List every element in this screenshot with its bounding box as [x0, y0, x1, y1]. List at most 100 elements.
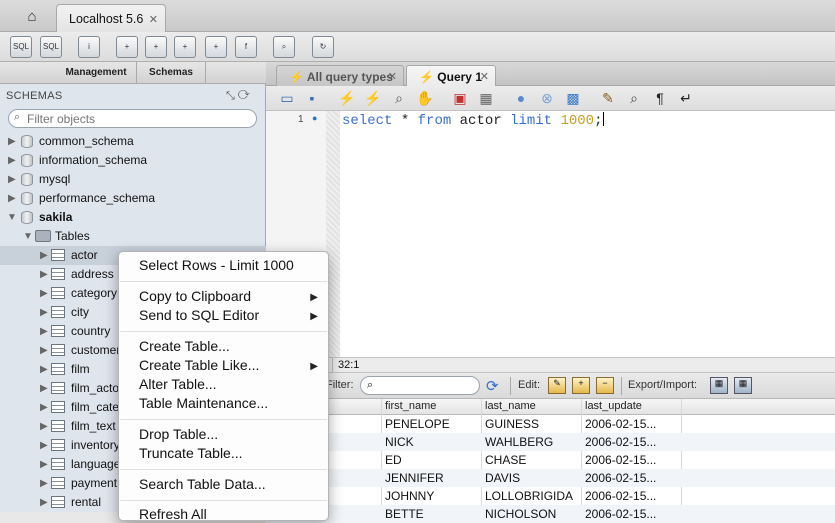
- wrap-lines-icon[interactable]: ↵: [677, 89, 695, 107]
- delete-row-icon[interactable]: −: [596, 377, 614, 394]
- create-procedure-icon[interactable]: +: [205, 36, 227, 58]
- server-status-icon[interactable]: i: [78, 36, 100, 58]
- cell-last-name[interactable]: WAHLBERG: [485, 433, 553, 451]
- expand-icon[interactable]: ▶: [40, 303, 48, 322]
- table-row[interactable]: JENNIFER DAVIS 2006-02-15...: [266, 469, 835, 487]
- search-data-icon[interactable]: ⌕: [273, 36, 295, 58]
- find-icon[interactable]: ⌕: [625, 89, 643, 107]
- schema-row-information-schema[interactable]: ▶ information_schema: [0, 151, 266, 170]
- cell-last-update[interactable]: 2006-02-15...: [585, 433, 656, 451]
- expand-icon[interactable]: ▶: [40, 322, 48, 341]
- cell-first-name[interactable]: NICK: [385, 433, 414, 451]
- insert-row-icon[interactable]: +: [572, 377, 590, 394]
- toggle-results-icon[interactable]: ▣: [451, 89, 469, 107]
- column-header-last-name[interactable]: last_name: [485, 400, 536, 412]
- menu-item-drop-table[interactable]: Drop Table...: [139, 426, 218, 442]
- menu-item-truncate-table[interactable]: Truncate Table...: [139, 445, 243, 461]
- menu-item-refresh-all[interactable]: Refresh All: [139, 506, 207, 522]
- table-row[interactable]: NICK WAHLBERG 2006-02-15...: [266, 433, 835, 451]
- commit-icon[interactable]: ●: [512, 89, 530, 107]
- expand-icon[interactable]: ▶: [40, 265, 48, 284]
- collapse-icon[interactable]: ⤡: [226, 90, 235, 102]
- schema-row-performance-schema[interactable]: ▶ performance_schema: [0, 189, 266, 208]
- execute-current-icon[interactable]: ⚡: [364, 89, 382, 107]
- expand-icon[interactable]: ▶: [40, 474, 48, 493]
- open-sql-script-icon[interactable]: SQL: [40, 36, 62, 58]
- sql-editor[interactable]: select * from actor limit 1000;: [340, 111, 835, 357]
- menu-item-select-rows[interactable]: Select Rows - Limit 1000: [139, 257, 294, 273]
- menu-item-alter-table[interactable]: Alter Table...: [139, 376, 217, 392]
- menu-item-table-maintenance[interactable]: Table Maintenance...: [139, 395, 268, 411]
- grid-icon[interactable]: ▦: [477, 89, 495, 107]
- cell-last-update[interactable]: 2006-02-15...: [585, 415, 656, 433]
- expand-icon[interactable]: ▶: [40, 493, 48, 512]
- refresh-icon[interactable]: ⟳: [238, 90, 250, 102]
- tab-management[interactable]: Management: [60, 62, 132, 84]
- expand-icon[interactable]: ▶: [8, 132, 16, 151]
- table-row[interactable]: JOHNNY LOLLOBRIGIDA 2006-02-15...: [266, 487, 835, 505]
- table-row[interactable]: PENELOPE GUINESS 2006-02-15...: [266, 415, 835, 433]
- expand-icon[interactable]: ▶: [40, 417, 48, 436]
- column-header-last-update[interactable]: last_update: [585, 400, 642, 412]
- expand-icon[interactable]: ▶: [8, 170, 16, 189]
- expand-icon[interactable]: ▶: [40, 379, 48, 398]
- cell-last-name[interactable]: CHASE: [485, 451, 526, 469]
- collapse-arrow-icon[interactable]: ▼: [23, 227, 33, 246]
- execute-icon[interactable]: ⚡: [338, 89, 356, 107]
- stop-icon[interactable]: ✋: [416, 89, 434, 107]
- menu-item-search-table-data[interactable]: Search Table Data...: [139, 476, 266, 492]
- cell-last-name[interactable]: GUINESS: [485, 415, 539, 433]
- beautify-icon[interactable]: ✎: [599, 89, 617, 107]
- tab-query-1[interactable]: ⚡ Query 1 ✕: [406, 65, 496, 86]
- table-row[interactable]: ED CHASE 2006-02-15...: [266, 451, 835, 469]
- expand-icon[interactable]: ▶: [8, 189, 16, 208]
- cell-last-name[interactable]: LOLLOBRIGIDA: [485, 487, 573, 505]
- save-icon[interactable]: ▪: [303, 89, 321, 107]
- expand-icon[interactable]: ▶: [40, 341, 48, 360]
- schema-row-sakila[interactable]: ▼ sakila: [0, 208, 266, 227]
- collapse-arrow-icon[interactable]: ▼: [7, 208, 17, 227]
- expand-icon[interactable]: ▶: [40, 246, 48, 265]
- close-tab-icon[interactable]: ✕: [480, 70, 489, 83]
- expand-icon[interactable]: ▶: [40, 284, 48, 303]
- refresh-icon[interactable]: ⟳: [486, 377, 499, 395]
- new-sql-tab-icon[interactable]: SQL: [10, 36, 32, 58]
- close-tab-icon[interactable]: ✕: [149, 13, 158, 26]
- open-file-icon[interactable]: ▭: [278, 89, 296, 107]
- expand-icon[interactable]: ▶: [40, 455, 48, 474]
- connection-tab[interactable]: Localhost 5.6 ✕: [56, 4, 166, 32]
- menu-item-create-table[interactable]: Create Table...: [139, 338, 230, 354]
- close-tab-icon[interactable]: ✕: [388, 70, 397, 83]
- schema-row-common-schema[interactable]: ▶ common_schema: [0, 132, 266, 151]
- explain-icon[interactable]: ⌕: [390, 89, 408, 107]
- expand-icon[interactable]: ▶: [40, 398, 48, 417]
- reconnect-icon[interactable]: ↻: [312, 36, 334, 58]
- import-icon[interactable]: ▦: [734, 377, 752, 394]
- home-icon[interactable]: ⌂: [14, 8, 50, 28]
- expand-icon[interactable]: ▶: [40, 360, 48, 379]
- cell-first-name[interactable]: JOHNNY: [385, 487, 434, 505]
- tab-all-query-types[interactable]: ⚡ All query types ✕: [276, 65, 404, 86]
- cell-last-name[interactable]: DAVIS: [485, 469, 520, 487]
- create-table-icon[interactable]: +: [145, 36, 167, 58]
- menu-item-send-to-sql-editor[interactable]: Send to SQL Editor: [139, 307, 259, 323]
- filter-objects-input[interactable]: [27, 111, 247, 126]
- rollback-icon[interactable]: ⊗: [538, 89, 556, 107]
- column-header-first-name[interactable]: first_name: [385, 400, 436, 412]
- schema-row-mysql[interactable]: ▶ mysql: [0, 170, 266, 189]
- cell-last-update[interactable]: 2006-02-15...: [585, 505, 656, 523]
- table-row[interactable]: BETTE NICHOLSON 2006-02-15...: [266, 505, 835, 523]
- cell-last-name[interactable]: NICHOLSON: [485, 505, 556, 523]
- export-icon[interactable]: ▦: [710, 377, 728, 394]
- invisible-chars-icon[interactable]: ¶: [651, 89, 669, 107]
- expand-icon[interactable]: ▶: [40, 436, 48, 455]
- edit-row-icon[interactable]: ✎: [548, 377, 566, 394]
- create-function-icon[interactable]: f: [235, 36, 257, 58]
- cell-last-update[interactable]: 2006-02-15...: [585, 451, 656, 469]
- create-schema-icon[interactable]: +: [116, 36, 138, 58]
- cell-first-name[interactable]: JENNIFER: [385, 469, 444, 487]
- cell-last-update[interactable]: 2006-02-15...: [585, 469, 656, 487]
- menu-item-copy-to-clipboard[interactable]: Copy to Clipboard: [139, 288, 251, 304]
- result-filter-input[interactable]: ⌕: [360, 376, 480, 395]
- cell-first-name[interactable]: BETTE: [385, 505, 424, 523]
